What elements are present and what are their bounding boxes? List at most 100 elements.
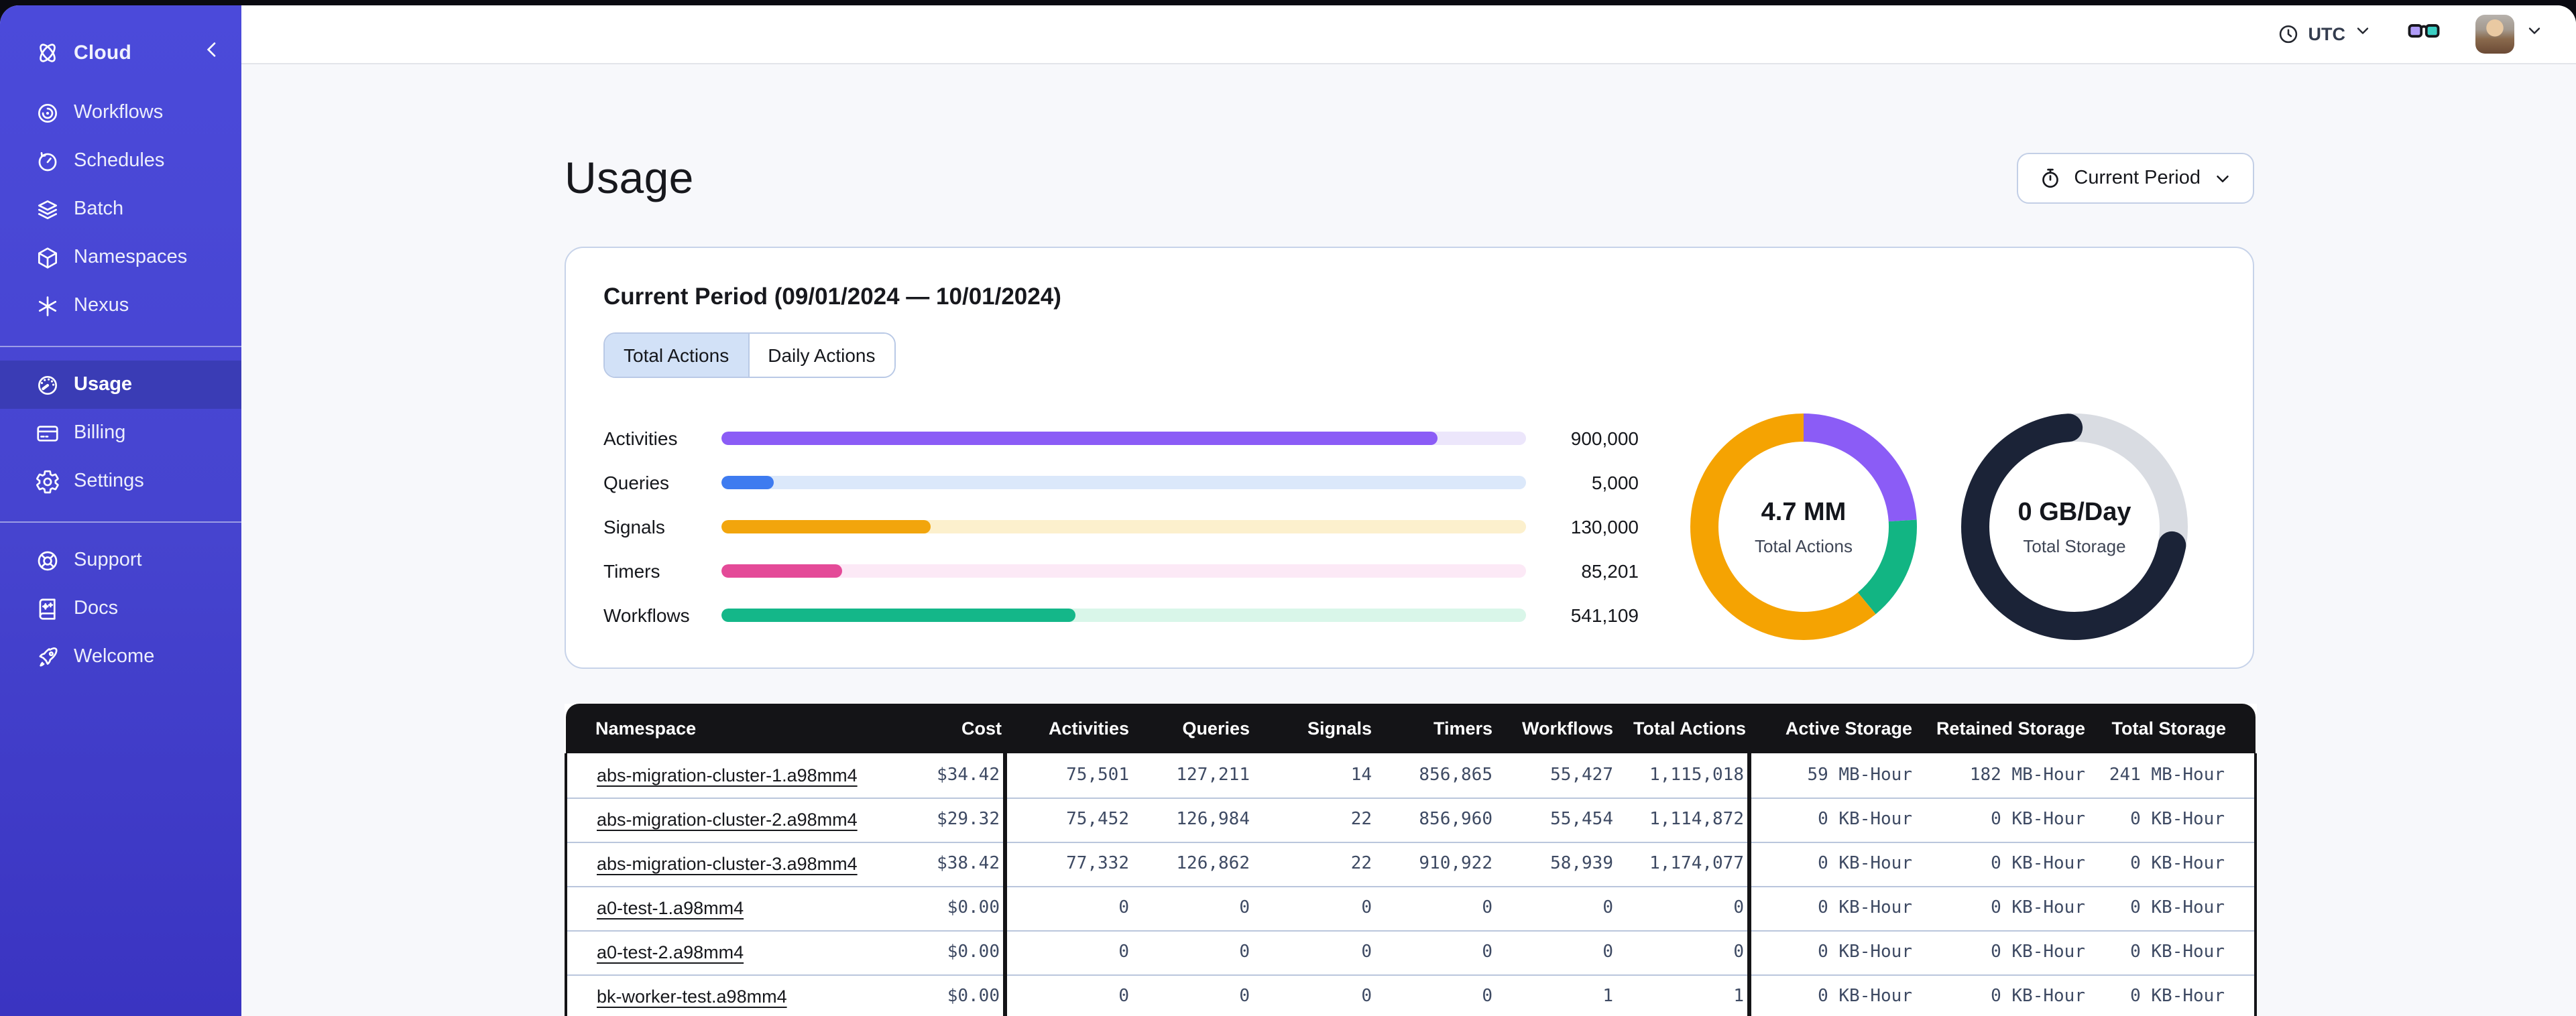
- topbar: UTC: [241, 5, 2576, 64]
- signals-cell: 0: [1252, 886, 1374, 931]
- workflows-cell: 0: [1495, 930, 1616, 975]
- bar-row: Queries 5,000: [603, 472, 1639, 493]
- sidebar-item-billing[interactable]: Billing: [0, 409, 241, 457]
- nexus-asterisk-icon: [35, 293, 60, 318]
- total-storage-cell: 241 MB-Hour: [2088, 753, 2257, 798]
- signals-cell: 0: [1252, 930, 1374, 975]
- support-lifebuoy-icon: [35, 548, 60, 573]
- sidebar-item-docs[interactable]: Docs: [0, 584, 241, 633]
- sidebar-item-batch[interactable]: Batch: [0, 185, 241, 233]
- retained-storage-cell: 0 KB-Hour: [1915, 842, 2088, 887]
- namespace-link[interactable]: a0-test-1.a98mm4: [597, 898, 744, 918]
- total-actions-cell: 1: [1616, 974, 1749, 1016]
- namespace-link[interactable]: abs-migration-cluster-2.a98mm4: [597, 810, 858, 830]
- timezone-selector[interactable]: UTC: [2278, 21, 2373, 47]
- sidebar-header: Cloud: [0, 29, 241, 75]
- table-row: a0-test-2.a98mm4 $0.00 0 0 0 0 0 0 0 KB-…: [565, 930, 2257, 975]
- bar-row: Activities 900,000: [603, 428, 1639, 449]
- bar-fill: [721, 564, 842, 578]
- cost-cell: $29.32: [864, 798, 1004, 842]
- sidebar: Cloud Workflows Schedules Batch Namespac…: [0, 5, 241, 1016]
- sidebar-item-welcome[interactable]: Welcome: [0, 633, 241, 681]
- total-actions-cell: 0: [1616, 886, 1749, 931]
- cost-cell: $0.00: [864, 886, 1004, 931]
- sidebar-divider: [0, 521, 241, 523]
- chevron-down-icon: [2353, 21, 2372, 47]
- content: Usage Current Period Current Period (09/…: [241, 64, 2576, 1016]
- bar-fill: [721, 476, 774, 489]
- tab-total-actions[interactable]: Total Actions: [605, 334, 750, 377]
- total-storage-cell: 0 KB-Hour: [2088, 974, 2257, 1016]
- glasses-icon[interactable]: [2407, 19, 2441, 49]
- queries-cell: 126,862: [1132, 842, 1252, 887]
- namespace-link[interactable]: abs-migration-cluster-1.a98mm4: [597, 765, 858, 785]
- activities-cell: 75,452: [1002, 798, 1132, 842]
- sidebar-item-workflows[interactable]: Workflows: [0, 88, 241, 137]
- batch-layers-icon: [35, 196, 60, 222]
- sidebar-item-support[interactable]: Support: [0, 536, 241, 584]
- retained-storage-cell: 0 KB-Hour: [1915, 974, 2088, 1016]
- period-dropdown-button[interactable]: Current Period: [2016, 153, 2254, 204]
- namespace-link[interactable]: abs-migration-cluster-3.a98mm4: [597, 854, 858, 874]
- bar-track: [721, 432, 1526, 445]
- bar-row: Timers 85,201: [603, 560, 1639, 582]
- active-storage-cell: 0 KB-Hour: [1747, 798, 1915, 842]
- welcome-rocket-icon: [35, 644, 60, 670]
- bar-row: Signals 130,000: [603, 516, 1639, 537]
- total-actions-cell: 1,115,018: [1616, 753, 1749, 798]
- queries-cell: 126,984: [1132, 798, 1252, 842]
- activities-cell: 0: [1002, 886, 1132, 931]
- timers-cell: 0: [1374, 974, 1495, 1016]
- clock-icon: [2278, 23, 2300, 46]
- signals-cell: 14: [1252, 753, 1374, 798]
- activities-cell: 0: [1002, 930, 1132, 975]
- table-row: a0-test-1.a98mm4 $0.00 0 0 0 0 0 0 0 KB-…: [565, 886, 2257, 931]
- timers-cell: 910,922: [1374, 842, 1495, 887]
- active-storage-cell: 0 KB-Hour: [1747, 886, 1915, 931]
- tab-daily-actions[interactable]: Daily Actions: [749, 334, 894, 377]
- total-storage-donut: 0 GB/Day Total Storage: [1960, 413, 2188, 641]
- activities-cell: 77,332: [1002, 842, 1132, 887]
- active-storage-cell: 0 KB-Hour: [1747, 930, 1915, 975]
- docs-book-icon: [35, 596, 60, 621]
- bar-fill: [721, 609, 1075, 622]
- signals-cell: 22: [1252, 798, 1374, 842]
- usage-gauge-icon: [35, 372, 60, 397]
- actions-view-toggle: Total Actions Daily Actions: [603, 332, 896, 378]
- retained-storage-cell: 0 KB-Hour: [1915, 886, 2088, 931]
- cloud-logo-icon: [35, 40, 60, 65]
- sidebar-title: Cloud: [74, 41, 131, 64]
- namespace-link[interactable]: bk-worker-test.a98mm4: [597, 987, 787, 1007]
- sidebar-collapse-button[interactable]: [201, 38, 223, 66]
- cost-cell: $38.42: [864, 842, 1004, 887]
- sidebar-item-schedules[interactable]: Schedules: [0, 137, 241, 185]
- sidebar-divider: [0, 346, 241, 347]
- active-storage-cell: 0 KB-Hour: [1747, 842, 1915, 887]
- workflows-cell: 0: [1495, 886, 1616, 931]
- bar-fill: [721, 520, 931, 533]
- sidebar-item-usage[interactable]: Usage: [0, 361, 241, 409]
- signals-cell: 22: [1252, 842, 1374, 887]
- table-row: bk-worker-test.a98mm4 $0.00 0 0 0 0 1 1 …: [565, 974, 2257, 1016]
- workflows-cell: 55,454: [1495, 798, 1616, 842]
- total-storage-cell: 0 KB-Hour: [2088, 886, 2257, 931]
- namespace-link[interactable]: a0-test-2.a98mm4: [597, 942, 744, 962]
- user-menu[interactable]: [2475, 15, 2544, 54]
- timers-cell: 0: [1374, 930, 1495, 975]
- schedules-icon: [35, 148, 60, 174]
- timers-cell: 0: [1374, 886, 1495, 931]
- signals-cell: 0: [1252, 974, 1374, 1016]
- chevron-down-icon: [2217, 175, 2229, 182]
- sidebar-item-settings[interactable]: Settings: [0, 457, 241, 505]
- table-header-row: Namespace Cost Activities Queries Signal…: [566, 704, 2256, 753]
- bar-fill: [721, 432, 1438, 445]
- workflows-cell: 1: [1495, 974, 1616, 1016]
- billing-card-icon: [35, 420, 60, 446]
- workflows-cell: 58,939: [1495, 842, 1616, 887]
- card-heading: Current Period (09/01/2024 — 10/01/2024): [603, 283, 1061, 310]
- queries-cell: 127,211: [1132, 753, 1252, 798]
- usage-card: Current Period (09/01/2024 — 10/01/2024)…: [565, 247, 2254, 669]
- sidebar-item-nexus[interactable]: Nexus: [0, 281, 241, 330]
- sidebar-item-namespaces[interactable]: Namespaces: [0, 233, 241, 281]
- table-row: abs-migration-cluster-1.a98mm4 $34.42 75…: [565, 753, 2257, 798]
